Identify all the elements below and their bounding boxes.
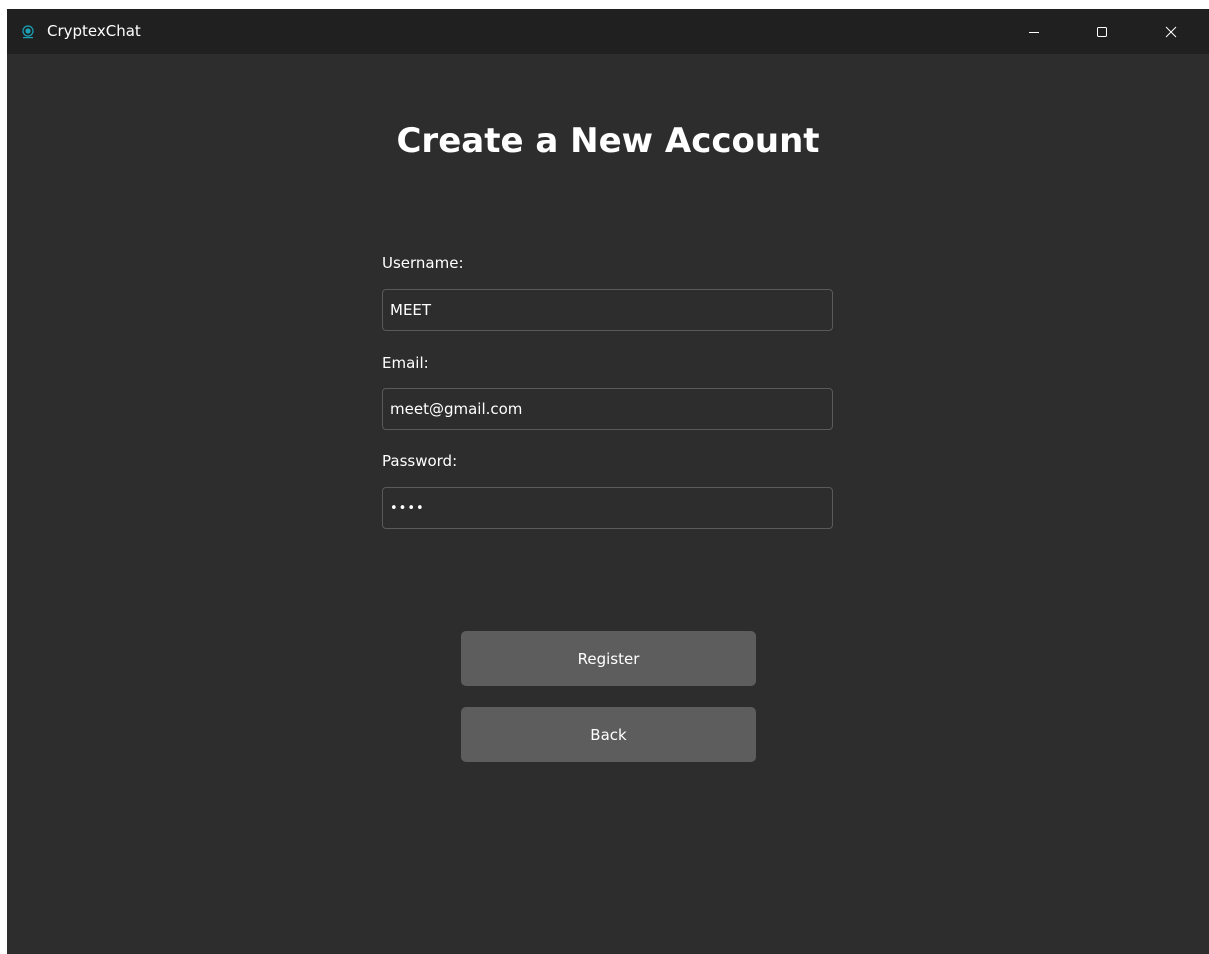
register-button[interactable]: Register — [461, 631, 756, 686]
minimize-icon — [1028, 26, 1040, 38]
password-label: Password: — [382, 452, 458, 470]
page-title: Create a New Account — [396, 121, 820, 161]
username-label: Username: — [382, 254, 464, 272]
cryptexchat-logo-icon — [21, 24, 35, 39]
maximize-icon — [1096, 26, 1108, 38]
window-title: CryptexChat — [47, 22, 141, 40]
close-button[interactable] — [1148, 9, 1194, 54]
close-icon — [1165, 26, 1177, 38]
email-input[interactable] — [382, 388, 833, 430]
back-button[interactable]: Back — [461, 707, 756, 762]
password-input[interactable] — [382, 487, 833, 529]
maximize-button[interactable] — [1079, 9, 1125, 54]
email-label: Email: — [382, 354, 429, 372]
minimize-button[interactable] — [1011, 9, 1057, 54]
title-bar[interactable]: CryptexChat — [7, 9, 1209, 54]
app-window: CryptexChat Create a New Account Usernam… — [7, 9, 1209, 954]
username-input[interactable] — [382, 289, 833, 331]
